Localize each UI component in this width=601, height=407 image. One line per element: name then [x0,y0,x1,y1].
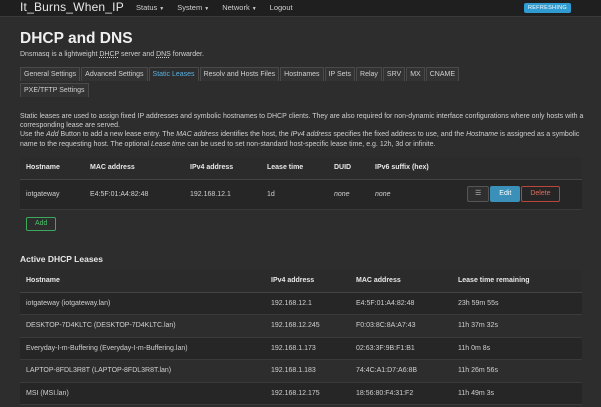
col-lease-time: Lease time [261,157,328,180]
intro-2f: can be used to set non-standard host-spe… [185,140,436,148]
col-hostname: Hostname [20,270,265,293]
active-ipv4: 192.168.1.173 [265,337,350,360]
active-mac: E4:5F:01:A4:82:48 [350,292,452,315]
caret-down-icon: ▼ [159,6,165,12]
page-title: DHCP and DNS [20,30,133,47]
desc-middle: server and [119,51,157,58]
table-row: MSI (MSI.lan) 192.168.12.175 18:56:80:F4… [20,382,582,405]
menu-network[interactable]: Network ▼ [222,3,256,12]
lease-hostname: iotgateway [20,179,84,210]
top-navbar: It_Burns_When_IP Status ▼ System ▼ Network… [0,0,601,17]
menu-system-label: System [177,3,203,12]
main-menu: Status ▼ System ▼ Network ▼ Logout [136,3,293,12]
active-remaining: 23h 59m 55s [452,292,582,315]
intro-line-2: Use the Add Button to add a new lease en… [20,130,585,148]
page-description: Dnsmasq is a lightweight DHCP server and… [20,51,204,58]
lease-ipv4: 192.168.12.1 [184,179,261,210]
add-lease-button[interactable]: Add [26,217,57,231]
brand-title[interactable]: It_Burns_When_IP [20,0,124,14]
lease-actions: ☰ Edit Delete [461,179,582,210]
col-ipv4-address: IPv4 address [265,270,350,293]
intro-2d: specifies the fixed address to use, and … [331,131,467,139]
tab-pxe-tftp-settings[interactable]: PXE/TFTP Settings [20,83,89,97]
intro-lease: Lease time [151,140,186,148]
tab-srv[interactable]: SRV [382,67,406,81]
intro-ipv4: IPv4 address [290,131,332,139]
active-ipv4: 192.168.12.175 [265,382,350,405]
col-mac-address: MAC address [350,270,452,293]
menu-status-label: Status [136,3,158,12]
static-leases-description: Static leases are used to assign fixed I… [20,112,585,149]
active-leases-title: Active DHCP Leases [20,254,103,264]
table-row: Everyday-I-m-Buffering (Everyday-I-m-Buf… [20,337,582,360]
active-hostname: DESKTOP-7D4KLTC (DESKTOP-7D4KLTC.lan) [20,314,265,338]
col-ipv4-address: IPv4 address [184,157,261,180]
active-leases-header: Hostname IPv4 address MAC address Lease … [20,270,582,293]
active-ipv4: 192.168.1.183 [265,359,350,383]
tab-cname[interactable]: CNAME [425,67,459,81]
active-remaining: 11h 37m 32s [452,314,582,338]
active-hostname: LAPTOP-8FDL3R8T (LAPTOP-8FDL3R8T.lan) [20,359,265,383]
intro-add: Add [46,131,59,139]
refreshing-badge[interactable]: REFRESHING [523,3,571,13]
col-hostname: Hostname [20,157,84,180]
lease-time: 1d [261,179,328,210]
menu-network-label: Network [222,3,250,12]
drag-menu-icon[interactable]: ☰ [467,186,490,202]
tab-static-leases[interactable]: Static Leases [148,67,199,81]
menu-logout[interactable]: Logout [270,3,293,12]
tab-mx[interactable]: MX [406,67,425,81]
desc-suffix: forwarder. [170,51,204,58]
active-ipv4: 192.168.12.1 [265,292,350,315]
col-duid: DUID [328,157,369,180]
col-mac-address: MAC address [84,157,184,180]
col-actions [461,157,582,180]
intro-mac: MAC address [176,131,219,139]
intro-hostname: Hostname [466,131,499,139]
active-mac: F0:03:8C:8A:A7:43 [350,314,452,338]
active-hostname: iotgateway (iotgateway.lan) [20,292,265,315]
intro-2a: Use the [20,131,47,139]
active-remaining: 11h 26m 56s [452,359,582,383]
intro-2b: Button to add a new lease entry. The [58,131,177,139]
menu-system[interactable]: System ▼ [177,3,209,12]
col-lease-time-remaining: Lease time remaining [452,270,582,293]
active-hostname: Everyday-I-m-Buffering (Everyday-I-m-Buf… [20,337,265,360]
desc-dhcp-abbr: DHCP [99,51,120,58]
table-row: DESKTOP-7D4KLTC (DESKTOP-7D4KLTC.lan) 19… [20,314,582,338]
tab-advanced-settings[interactable]: Advanced Settings [81,67,148,81]
desc-dns-abbr: DNS [156,51,171,58]
lease-mac: E4:5F:01:A4:82:48 [84,179,184,210]
active-remaining: 11h 49m 3s [452,382,582,405]
active-ipv4: 192.168.12.245 [265,314,350,338]
settings-tabs: General Settings Advanced Settings Stati… [20,67,500,99]
tab-resolv-hosts-files[interactable]: Resolv and Hosts Files [199,67,280,81]
caret-down-icon: ▼ [251,6,257,12]
active-mac: 74:4C:A1:D7:A6:8B [350,359,452,383]
active-mac: 18:56:80:F4:31:F2 [350,382,452,405]
menu-status[interactable]: Status ▼ [136,3,164,12]
table-row: iotgateway (iotgateway.lan) 192.168.12.1… [20,292,582,315]
tab-general-settings[interactable]: General Settings [20,67,81,81]
table-row: iotgateway E4:5F:01:A4:82:48 192.168.12.… [20,179,582,210]
static-leases-header: Hostname MAC address IPv4 address Lease … [20,157,582,180]
static-leases-table: Hostname MAC address IPv4 address Lease … [20,157,582,210]
intro-2c: identifies the host, the [218,131,291,139]
intro-line-1: Static leases are used to assign fixed I… [20,113,584,130]
active-leases-table: Hostname IPv4 address MAC address Lease … [20,270,582,405]
active-mac: 02:63:3F:9B:F1:B1 [350,337,452,360]
lease-ipv6-suffix: none [369,179,461,210]
tab-hostnames[interactable]: Hostnames [280,67,324,81]
delete-button[interactable]: Delete [521,186,560,202]
caret-down-icon: ▼ [204,6,210,12]
active-remaining: 11h 0m 8s [452,337,582,360]
tab-relay[interactable]: Relay [356,67,382,81]
edit-button[interactable]: Edit [490,186,521,202]
col-ipv6-suffix: IPv6 suffix (hex) [369,157,461,180]
active-hostname: MSI (MSI.lan) [20,382,265,405]
desc-prefix: Dnsmasq is a lightweight [20,51,100,58]
lease-duid: none [328,179,369,210]
tab-ip-sets[interactable]: IP Sets [324,67,356,81]
table-row: LAPTOP-8FDL3R8T (LAPTOP-8FDL3R8T.lan) 19… [20,359,582,383]
